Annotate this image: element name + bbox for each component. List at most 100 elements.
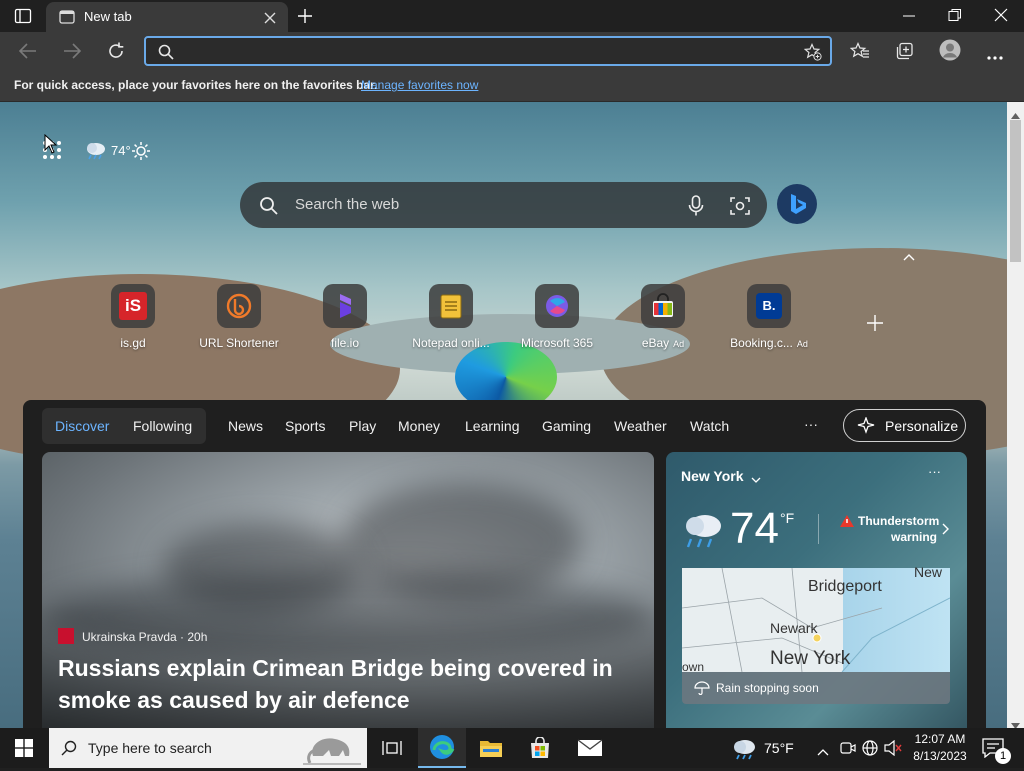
taskbar-weather-temp[interactable]: 75°F: [764, 740, 794, 756]
file-explorer-button[interactable]: [467, 728, 515, 768]
search-icon: [158, 44, 174, 65]
weather-map[interactable]: Bridgeport New Newark New York own: [682, 564, 950, 674]
collections-icon[interactable]: [896, 42, 914, 65]
tab-discover[interactable]: Discover: [55, 418, 109, 434]
isgd-icon: iS: [111, 284, 155, 328]
taskbar-search-box[interactable]: Type here to search: [49, 728, 367, 768]
network-globe-icon[interactable]: [862, 740, 878, 761]
browser-tab[interactable]: New tab: [46, 2, 288, 32]
quick-link-microsoft-365[interactable]: Microsoft 365: [504, 284, 610, 350]
notification-count-badge: 1: [995, 748, 1011, 764]
navigation-bar: [0, 32, 1024, 70]
add-favorite-icon[interactable]: [803, 43, 822, 66]
mail-button[interactable]: [566, 728, 614, 768]
top-story-card[interactable]: Ukrainska Pravda · 20h Russians explain …: [42, 452, 654, 728]
tab-actions-icon[interactable]: [14, 8, 32, 24]
tab-money[interactable]: Money: [398, 418, 440, 434]
quick-link-file-io[interactable]: file.io: [292, 284, 398, 350]
manage-favorites-link[interactable]: Manage favorites now: [361, 78, 478, 92]
alert-line2[interactable]: warning: [891, 530, 937, 544]
file-io-icon: [323, 284, 367, 328]
quick-link-ebay[interactable]: eBay Ad: [610, 284, 716, 350]
back-button[interactable]: [18, 42, 38, 65]
start-button[interactable]: [0, 728, 48, 768]
taskbar-weather-icon[interactable]: [731, 738, 757, 765]
favorites-bar-message: For quick access, place your favorites h…: [14, 78, 378, 92]
clock-date: 8/13/2023: [913, 749, 967, 763]
quick-link-url-shortener[interactable]: URL Shortener: [186, 284, 292, 350]
weather-card-unit: °F: [780, 510, 795, 526]
refresh-button[interactable]: [106, 41, 126, 66]
alert-line1[interactable]: Thunderstorm: [858, 514, 939, 528]
quick-link-label: file.io: [330, 336, 359, 350]
map-label-new: New: [914, 564, 943, 580]
weather-card-more[interactable]: ···: [928, 464, 941, 479]
system-clock[interactable]: 12:07 AM 8/13/2023: [908, 731, 972, 765]
tab-play[interactable]: Play: [349, 418, 376, 434]
edge-taskbar-button[interactable]: [418, 728, 466, 768]
weather-map-footer[interactable]: Rain stopping soon: [682, 672, 950, 704]
ebay-bag-icon: [641, 284, 685, 328]
microsoft-store-button[interactable]: [516, 728, 564, 768]
tab-learning[interactable]: Learning: [465, 418, 520, 434]
volume-muted-icon[interactable]: [884, 739, 902, 761]
search-highlight-elephant-icon: [301, 730, 363, 771]
add-quick-link-button[interactable]: [866, 314, 884, 337]
chevron-right-icon[interactable]: [942, 522, 950, 540]
booking-icon: B.: [747, 284, 791, 328]
weather-footer-text: Rain stopping soon: [716, 681, 819, 695]
tab-weather[interactable]: Weather: [614, 418, 667, 434]
weather-location[interactable]: New York: [681, 468, 744, 484]
tab-news[interactable]: News: [228, 418, 263, 434]
meet-now-icon[interactable]: [840, 740, 856, 761]
weather-card[interactable]: New York ··· 74 °F Thunderstorm warning …: [666, 452, 967, 728]
quick-link-label: URL Shortener: [199, 336, 279, 350]
weather-card-temp: 74: [730, 504, 779, 553]
web-search-box[interactable]: Search the web: [240, 182, 767, 228]
favorites-icon[interactable]: [849, 42, 870, 65]
scroll-thumb[interactable]: [1010, 120, 1021, 262]
tab-gaming[interactable]: Gaming: [542, 418, 591, 434]
weather-cloud-icon: [84, 140, 108, 165]
page-settings-icon[interactable]: [130, 140, 152, 167]
search-icon: [259, 196, 279, 221]
chevron-down-icon[interactable]: [751, 472, 761, 490]
tab-watch[interactable]: Watch: [690, 418, 729, 434]
publisher-logo: [58, 628, 74, 644]
quick-link-isgd[interactable]: iS is.gd: [80, 284, 186, 350]
web-search-placeholder: Search the web: [295, 196, 400, 213]
tab-following[interactable]: Following: [133, 418, 192, 434]
visual-search-icon[interactable]: [730, 196, 750, 221]
personalize-button[interactable]: Personalize: [843, 409, 966, 442]
restore-button[interactable]: [948, 8, 962, 27]
weather-temp[interactable]: 74°: [111, 143, 131, 158]
more-tabs-button[interactable]: ···: [804, 416, 818, 432]
microphone-icon[interactable]: [688, 195, 704, 222]
profile-avatar[interactable]: [939, 39, 961, 66]
minimize-button[interactable]: [902, 8, 916, 24]
quick-link-notepad-online[interactable]: Notepad onli...: [398, 284, 504, 350]
story-source: Ukrainska Pravda · 20h: [82, 630, 208, 644]
map-label-bridgeport: Bridgeport: [808, 578, 882, 595]
collapse-chevron-icon[interactable]: [903, 248, 915, 266]
bing-chat-button[interactable]: [777, 184, 817, 224]
settings-more-icon[interactable]: [986, 48, 1004, 66]
new-tab-button[interactable]: [296, 7, 314, 30]
story-headline[interactable]: Russians explain Crimean Bridge being co…: [58, 652, 638, 716]
address-bar[interactable]: [144, 36, 832, 66]
news-feed-panel: Discover Following News Sports Play Mone…: [23, 400, 986, 728]
show-hidden-icons-chevron[interactable]: [817, 743, 829, 761]
close-window-button[interactable]: [994, 8, 1008, 27]
task-view-button[interactable]: [368, 728, 416, 768]
forward-button[interactable]: [62, 42, 82, 65]
title-bar: New tab: [0, 0, 1024, 32]
close-tab-icon[interactable]: [264, 11, 276, 29]
clock-time: 12:07 AM: [914, 732, 966, 746]
search-icon: [61, 740, 77, 761]
microsoft-365-icon: [535, 284, 579, 328]
quick-link-label: eBay: [641, 336, 670, 350]
tab-sports[interactable]: Sports: [285, 418, 325, 434]
quick-link-booking[interactable]: B. Booking.c... Ad: [716, 284, 822, 350]
mouse-cursor-icon: [44, 133, 58, 159]
quick-link-label: Booking.c...: [730, 336, 793, 350]
